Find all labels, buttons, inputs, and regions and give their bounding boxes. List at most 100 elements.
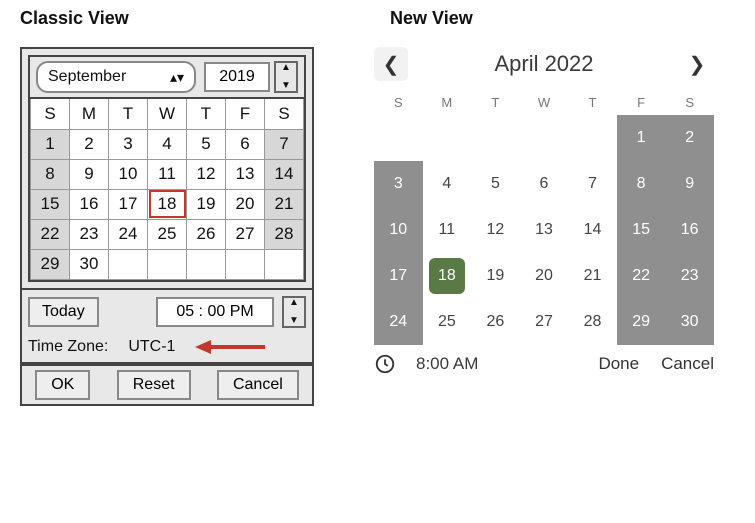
calendar-day[interactable]: 17: [374, 253, 423, 299]
calendar-day[interactable]: 11: [423, 207, 472, 253]
calendar-day[interactable]: 3: [109, 129, 148, 159]
calendar-day[interactable]: 6: [520, 161, 569, 207]
calendar-day[interactable]: 6: [226, 129, 265, 159]
calendar-day[interactable]: 21: [265, 189, 304, 219]
calendar-day[interactable]: 22: [617, 253, 666, 299]
year-input[interactable]: [204, 62, 270, 92]
calendar-day[interactable]: 7: [568, 161, 617, 207]
calendar-day[interactable]: 9: [665, 161, 714, 207]
timezone-label: Time Zone:: [28, 338, 108, 356]
calendar-day[interactable]: 11: [148, 159, 187, 189]
calendar-day[interactable]: 8: [31, 159, 70, 189]
chevron-right-icon: ❯: [689, 52, 706, 77]
calendar-day[interactable]: 10: [109, 159, 148, 189]
calendar-day[interactable]: 17: [109, 189, 148, 219]
calendar-day[interactable]: 2: [70, 129, 109, 159]
calendar-day: [226, 249, 265, 279]
reset-button[interactable]: Reset: [117, 370, 191, 400]
heading-new: New View: [390, 8, 473, 29]
weekday-header: W: [520, 89, 569, 115]
calendar-day[interactable]: 15: [31, 189, 70, 219]
calendar-day: [568, 115, 617, 161]
calendar-day[interactable]: 2: [665, 115, 714, 161]
spinner-down-icon: ▼: [289, 316, 299, 326]
calendar-day[interactable]: 3: [374, 161, 423, 207]
calendar-day[interactable]: 5: [471, 161, 520, 207]
calendar-day[interactable]: 28: [568, 299, 617, 345]
calendar-day[interactable]: 19: [187, 189, 226, 219]
calendar-day[interactable]: 23: [665, 253, 714, 299]
classic-datepicker: September ▴▾ ▲ ▼ SMTWTFS 123456789101112…: [20, 47, 314, 406]
cancel-button[interactable]: Cancel: [661, 354, 714, 374]
done-button[interactable]: Done: [598, 354, 639, 374]
today-button[interactable]: Today: [28, 297, 99, 327]
calendar-day[interactable]: 30: [665, 299, 714, 345]
weekday-header: F: [226, 99, 265, 129]
calendar-day[interactable]: 28: [265, 219, 304, 249]
calendar-day[interactable]: 27: [226, 219, 265, 249]
weekday-header: M: [70, 99, 109, 129]
calendar-day[interactable]: 25: [423, 299, 472, 345]
calendar-day: [520, 115, 569, 161]
calendar-day[interactable]: 13: [520, 207, 569, 253]
time-spinner[interactable]: ▲ ▼: [282, 296, 306, 328]
calendar-day[interactable]: 24: [374, 299, 423, 345]
calendar-day[interactable]: 18: [148, 189, 187, 219]
calendar-day[interactable]: 26: [187, 219, 226, 249]
calendar-day[interactable]: 20: [226, 189, 265, 219]
spinner-down-icon: ▼: [281, 81, 291, 91]
calendar-day[interactable]: 27: [520, 299, 569, 345]
calendar-day[interactable]: 5: [187, 129, 226, 159]
month-select[interactable]: September ▴▾: [36, 61, 196, 93]
calendar-day[interactable]: 13: [226, 159, 265, 189]
calendar-day[interactable]: 25: [148, 219, 187, 249]
calendar-day[interactable]: 16: [70, 189, 109, 219]
weekday-header: S: [374, 89, 423, 115]
select-caret-icon: ▴▾: [170, 72, 184, 82]
weekday-header: T: [471, 89, 520, 115]
calendar-day[interactable]: 26: [471, 299, 520, 345]
time-value[interactable]: 8:00 AM: [416, 354, 478, 374]
month-year-title: April 2022: [494, 51, 593, 77]
weekday-header: F: [617, 89, 666, 115]
calendar-day[interactable]: 7: [265, 129, 304, 159]
calendar-day[interactable]: 1: [31, 129, 70, 159]
weekday-header: T: [109, 99, 148, 129]
calendar-day[interactable]: 24: [109, 219, 148, 249]
calendar-day[interactable]: 14: [265, 159, 304, 189]
calendar-day[interactable]: 9: [70, 159, 109, 189]
calendar-day[interactable]: 14: [568, 207, 617, 253]
prev-month-button[interactable]: ❮: [374, 47, 408, 81]
classic-calendar-grid: SMTWTFS 12345678910111213141516171819202…: [30, 99, 304, 280]
next-month-button[interactable]: ❯: [680, 47, 714, 81]
calendar-day[interactable]: 22: [31, 219, 70, 249]
calendar-day[interactable]: 4: [148, 129, 187, 159]
calendar-day: [423, 115, 472, 161]
calendar-day: [148, 249, 187, 279]
calendar-day[interactable]: 19: [471, 253, 520, 299]
calendar-day[interactable]: 15: [617, 207, 666, 253]
calendar-day[interactable]: 8: [617, 161, 666, 207]
calendar-day[interactable]: 10: [374, 207, 423, 253]
ok-button[interactable]: OK: [35, 370, 90, 400]
calendar-day[interactable]: 18: [423, 253, 472, 299]
calendar-day[interactable]: 30: [70, 249, 109, 279]
callout-arrow-icon: [195, 338, 265, 356]
calendar-day[interactable]: 20: [520, 253, 569, 299]
calendar-day[interactable]: 29: [31, 249, 70, 279]
new-calendar-grid: SMTWTFS 12345678910111213141516171819202…: [374, 89, 714, 345]
year-spinner[interactable]: ▲ ▼: [274, 61, 298, 93]
calendar-day[interactable]: 29: [617, 299, 666, 345]
calendar-day[interactable]: 12: [471, 207, 520, 253]
time-input[interactable]: [156, 297, 274, 327]
calendar-day[interactable]: 12: [187, 159, 226, 189]
calendar-day[interactable]: 23: [70, 219, 109, 249]
calendar-day[interactable]: 21: [568, 253, 617, 299]
weekday-header: T: [187, 99, 226, 129]
spinner-up-icon: ▲: [289, 298, 299, 308]
calendar-day[interactable]: 16: [665, 207, 714, 253]
cancel-button[interactable]: Cancel: [217, 370, 299, 400]
weekday-header: S: [31, 99, 70, 129]
calendar-day[interactable]: 1: [617, 115, 666, 161]
calendar-day[interactable]: 4: [423, 161, 472, 207]
